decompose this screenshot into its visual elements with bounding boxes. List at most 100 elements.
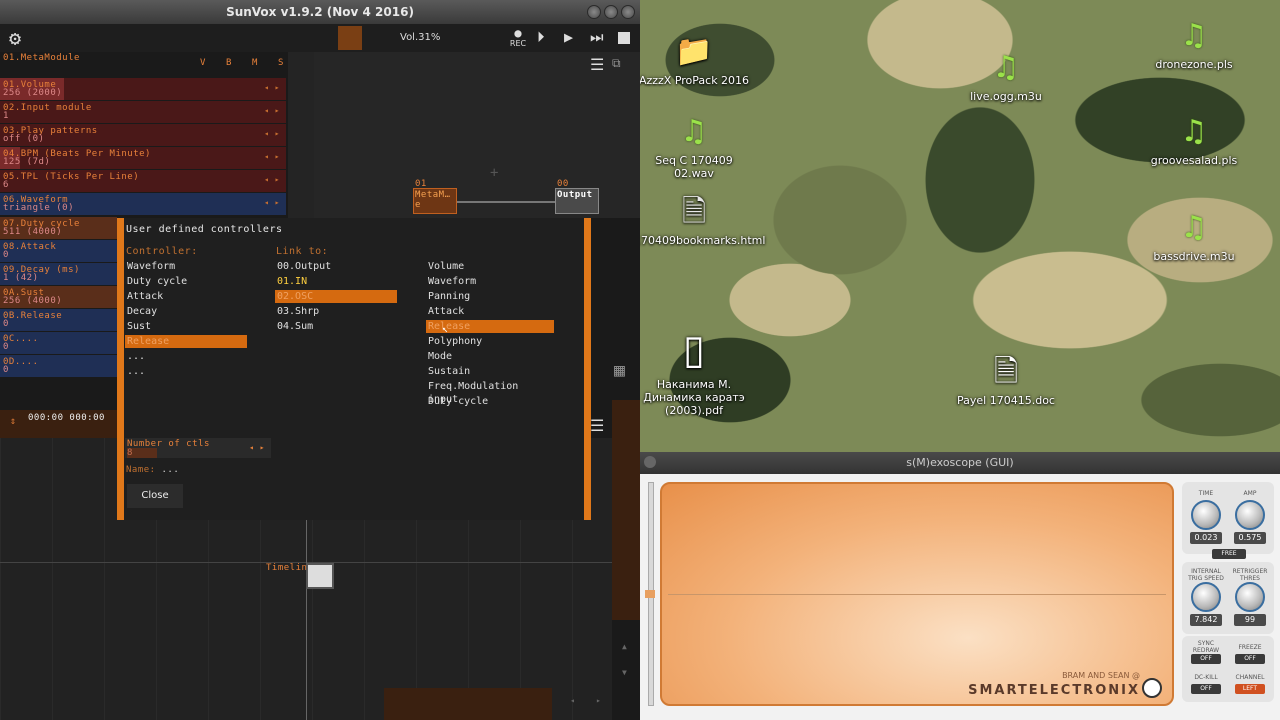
desktop[interactable]: 📁 AzzzX ProPack 2016 ♫ dronezone.pls ♫ live…	[640, 0, 1280, 452]
retrig-knob[interactable]	[1235, 582, 1265, 612]
scope-display[interactable]: BRAM AND SEAN @ SMARTELECTRONIX	[660, 482, 1174, 706]
pattern-color-swatch[interactable]	[338, 26, 362, 50]
scroll-right-icon[interactable]: ▸	[596, 696, 601, 705]
controller-row[interactable]: 01.Volume 256 (2000) ◂ ▸	[0, 78, 286, 100]
volume-display[interactable]: Vol.31%	[400, 32, 440, 43]
time-knob[interactable]	[1191, 500, 1221, 530]
freeze-toggle[interactable]: OFF	[1235, 654, 1265, 664]
pattern-block[interactable]	[384, 688, 552, 720]
param-item[interactable]: Polyphony	[426, 335, 554, 348]
bypass-toggle[interactable]: B	[226, 58, 232, 68]
scope-menu-button[interactable]	[644, 456, 656, 468]
close-button[interactable]	[621, 5, 635, 19]
sunvox-toolbar: ⚙ Vol.31% ● REC ⏵ ▶ ⏭	[0, 24, 640, 52]
output-node[interactable]: Output	[555, 188, 599, 214]
record-button[interactable]: ● REC	[508, 27, 528, 48]
controller-row[interactable]: 09.Decay (ms) 1 (42)	[0, 263, 117, 285]
controller-row[interactable]: 0C.... 0	[0, 332, 117, 354]
scope-titlebar[interactable]: s(M)exoscope (GUI)	[640, 452, 1280, 474]
controller-item[interactable]: Waveform	[125, 260, 247, 273]
desktop-icon[interactable]: ♫ live.ogg.m3u	[946, 50, 1066, 103]
controller-row[interactable]: 04.BPM (Beats Per Minute) 125 (7d) ◂ ▸	[0, 147, 286, 169]
solo-toggle[interactable]: S	[278, 58, 284, 68]
param-item[interactable]: Mode	[426, 350, 554, 363]
controller-row[interactable]: 0B.Release 0	[0, 309, 117, 331]
retrig-value: 99	[1234, 614, 1266, 626]
mute-toggle[interactable]: M	[252, 58, 258, 68]
pattern-sidebar[interactable]	[612, 400, 640, 620]
link-item-selected[interactable]: 02.OSC	[275, 290, 397, 303]
free-button[interactable]: FREE	[1212, 549, 1246, 559]
channel-toggle[interactable]: LEFT	[1235, 684, 1265, 694]
link-item[interactable]: 01.IN	[275, 275, 397, 288]
param-item[interactable]: Attack	[426, 305, 554, 318]
controller-row[interactable]: 08.Attack 0	[0, 240, 117, 262]
visualizer-toggle[interactable]: V	[200, 58, 206, 68]
desktop-icon[interactable]: ♫ groovesalad.pls	[1134, 114, 1254, 167]
controller-item-selected[interactable]: Release	[125, 335, 247, 348]
param-item[interactable]: Sustain	[426, 365, 554, 378]
stop-button[interactable]	[618, 32, 630, 44]
play-from-start-button[interactable]: ⏵	[537, 28, 545, 46]
minimize-button[interactable]	[587, 5, 601, 19]
module-scroll-area[interactable]	[288, 52, 314, 218]
scroll-left-icon[interactable]: ◂	[570, 696, 575, 705]
desktop-icon[interactable]: ▯ Наканима М. Динамика каратэ (2003).pdf	[640, 326, 754, 417]
desktop-icon[interactable]: ♫ bassdrive.m3u	[1134, 210, 1254, 263]
controller-row[interactable]: 0A.Sust 256 (4000)	[0, 286, 117, 308]
controller-item[interactable]: ...	[125, 365, 247, 378]
pattern-menu-icon[interactable]: ☰	[590, 416, 604, 435]
controller-item[interactable]: ...	[125, 350, 247, 363]
crosshair-icon: +	[490, 165, 499, 181]
scope-slider-handle[interactable]	[645, 590, 655, 598]
vbms-buttons: V B M S	[200, 58, 284, 68]
controller-row[interactable]: 03.Play patterns off (0) ◂ ▸	[0, 124, 286, 146]
play-button[interactable]: ▶	[564, 28, 573, 46]
controller-row[interactable]: 0D.... 0	[0, 355, 117, 377]
trig-speed-knob[interactable]	[1191, 582, 1221, 612]
controller-row[interactable]: 05.TPL (Ticks Per Line) 6 ◂ ▸	[0, 170, 286, 192]
meta-module-node[interactable]: MetaM…e	[413, 188, 457, 214]
param-item[interactable]: Volume	[426, 260, 554, 273]
desktop-icon[interactable]: 📁 AzzzX ProPack 2016	[640, 34, 754, 87]
controller-row[interactable]: 07.Duty cycle 511 (4000)	[0, 217, 117, 239]
link-item[interactable]: 04.Sum	[275, 320, 397, 333]
menu-icon[interactable]: ☰	[590, 55, 604, 74]
controller-item[interactable]: Decay	[125, 305, 247, 318]
controller-row[interactable]: 02.Input module 1 ◂ ▸	[0, 101, 286, 123]
num-ctls-arrows[interactable]: ◂ ▸	[249, 443, 265, 452]
timeline-cursor[interactable]	[306, 563, 334, 589]
close-dialog-button[interactable]: Close	[127, 484, 183, 508]
scroll-up-icon[interactable]: ▲	[622, 642, 627, 651]
desktop-icon[interactable]: ♫ Seq C 170409 02.wav	[640, 114, 754, 180]
music-note-icon: ♫	[1180, 18, 1208, 53]
param-item[interactable]: Freq.Modulation input	[426, 380, 554, 405]
param-item[interactable]: Panning	[426, 290, 554, 303]
controller-item[interactable]: Sust	[125, 320, 247, 333]
play-pattern-button[interactable]: ⏭	[590, 28, 604, 46]
scroll-down-icon[interactable]: ▼	[622, 668, 627, 677]
num-ctls-control[interactable]: Number of ctls 8 ◂ ▸	[125, 438, 271, 458]
controller-item[interactable]: Attack	[125, 290, 247, 303]
name-field[interactable]: Name: ...	[126, 465, 179, 475]
level-meter-icon[interactable]: ▦	[614, 360, 625, 381]
link-item[interactable]: 03.Shrp	[275, 305, 397, 318]
amp-knob[interactable]	[1235, 500, 1265, 530]
param-item[interactable]: Duty cycle	[426, 395, 554, 408]
desktop-icon[interactable]: 🗎 Payel 170415.doc	[946, 354, 1066, 407]
sunvox-menu-icon[interactable]: ⚙	[3, 26, 27, 50]
scope-waveform-line	[668, 594, 1166, 595]
desktop-icon[interactable]: ♫ dronezone.pls	[1134, 18, 1254, 71]
sunvox-titlebar[interactable]: SunVox v1.9.2 (Nov 4 2016)	[0, 0, 640, 24]
controller-row[interactable]: 06.Waveform triangle (0) ◂ ▸	[0, 193, 286, 215]
trig-value: 7.842	[1190, 614, 1222, 626]
desktop-icon[interactable]: 🗎 170409bookmarks.html	[640, 194, 765, 247]
updown-icon[interactable]: ⇕	[10, 416, 16, 427]
sync-redraw-toggle[interactable]: OFF	[1191, 654, 1221, 664]
controller-item[interactable]: Duty cycle	[125, 275, 247, 288]
window-icon[interactable]: ⧉	[612, 56, 621, 71]
param-item[interactable]: Waveform	[426, 275, 554, 288]
maximize-button[interactable]	[604, 5, 618, 19]
dckill-toggle[interactable]: OFF	[1191, 684, 1221, 694]
link-item[interactable]: 00.Output	[275, 260, 397, 273]
